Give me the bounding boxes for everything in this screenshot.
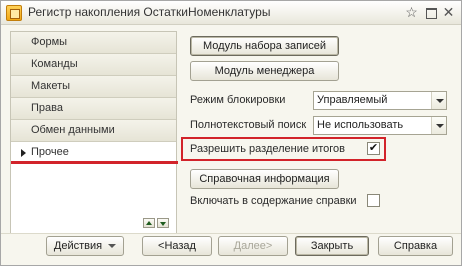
sidebar-item-templates[interactable]: Макеты: [11, 76, 176, 98]
fulltext-search-select[interactable]: Не использовать: [313, 116, 447, 135]
sidebar-panel: Формы Команды Макеты Права Обмен данными…: [10, 31, 177, 234]
next-button[interactable]: Далее>: [218, 236, 288, 256]
actions-button[interactable]: Действия: [46, 236, 124, 256]
manager-module-button[interactable]: Модуль менеджера: [190, 61, 339, 81]
close-icon[interactable]: ✕: [441, 5, 456, 20]
sidebar-item-label: Обмен данными: [31, 124, 115, 136]
dialog-window: Регистр накопления ОстаткиНоменклатуры ☆…: [0, 0, 462, 266]
sidebar-item-data-exchange[interactable]: Обмен данными: [11, 120, 176, 142]
lock-mode-select[interactable]: Управляемый: [313, 91, 447, 110]
current-item-arrow-icon: [21, 149, 26, 157]
sidebar-item-label: Прочее: [31, 146, 69, 158]
help-info-button[interactable]: Справочная информация: [190, 169, 339, 189]
split-totals-label: Разрешить разделение итогов: [190, 143, 345, 155]
window-title: Регистр накопления ОстаткиНоменклатуры: [28, 5, 271, 19]
sidebar-item-rights[interactable]: Права: [11, 98, 176, 120]
footer-divider: [1, 233, 461, 234]
favorite-star-icon[interactable]: ☆: [404, 5, 419, 20]
include-in-help-checkbox[interactable]: [367, 194, 380, 207]
chevron-down-icon[interactable]: [431, 92, 446, 109]
lock-mode-label: Режим блокировки: [190, 94, 286, 106]
highlight-underline: [11, 161, 178, 164]
move-up-icon[interactable]: [143, 218, 155, 228]
move-down-icon[interactable]: [157, 218, 169, 228]
sidebar-item-label: Формы: [31, 36, 68, 48]
sidebar-item-label: Макеты: [31, 80, 71, 92]
sidebar-item-label: Права: [31, 102, 63, 114]
actions-label: Действия: [53, 240, 103, 252]
include-in-help-label: Включать в содержание справки: [190, 195, 357, 207]
maximize-icon[interactable]: [423, 5, 438, 20]
close-button[interactable]: Закрыть: [295, 236, 369, 256]
sidebar-item-forms[interactable]: Формы: [11, 32, 176, 54]
sidebar-item-label: Команды: [31, 58, 78, 70]
help-button[interactable]: Справка: [378, 236, 453, 256]
chevron-down-icon: [108, 244, 117, 249]
record-set-module-button[interactable]: Модуль набора записей: [190, 36, 339, 56]
chevron-down-icon[interactable]: [431, 117, 446, 134]
back-button[interactable]: <Назад: [142, 236, 212, 256]
title-bar: Регистр накопления ОстаткиНоменклатуры ☆…: [1, 1, 461, 25]
lock-mode-value: Управляемый: [317, 94, 388, 106]
sidebar-item-commands[interactable]: Команды: [11, 54, 176, 76]
split-totals-checkbox[interactable]: ✔: [367, 142, 380, 155]
fulltext-search-label: Полнотекстовый поиск: [190, 119, 307, 131]
fulltext-search-value: Не использовать: [317, 119, 404, 131]
register-icon: [6, 5, 22, 21]
